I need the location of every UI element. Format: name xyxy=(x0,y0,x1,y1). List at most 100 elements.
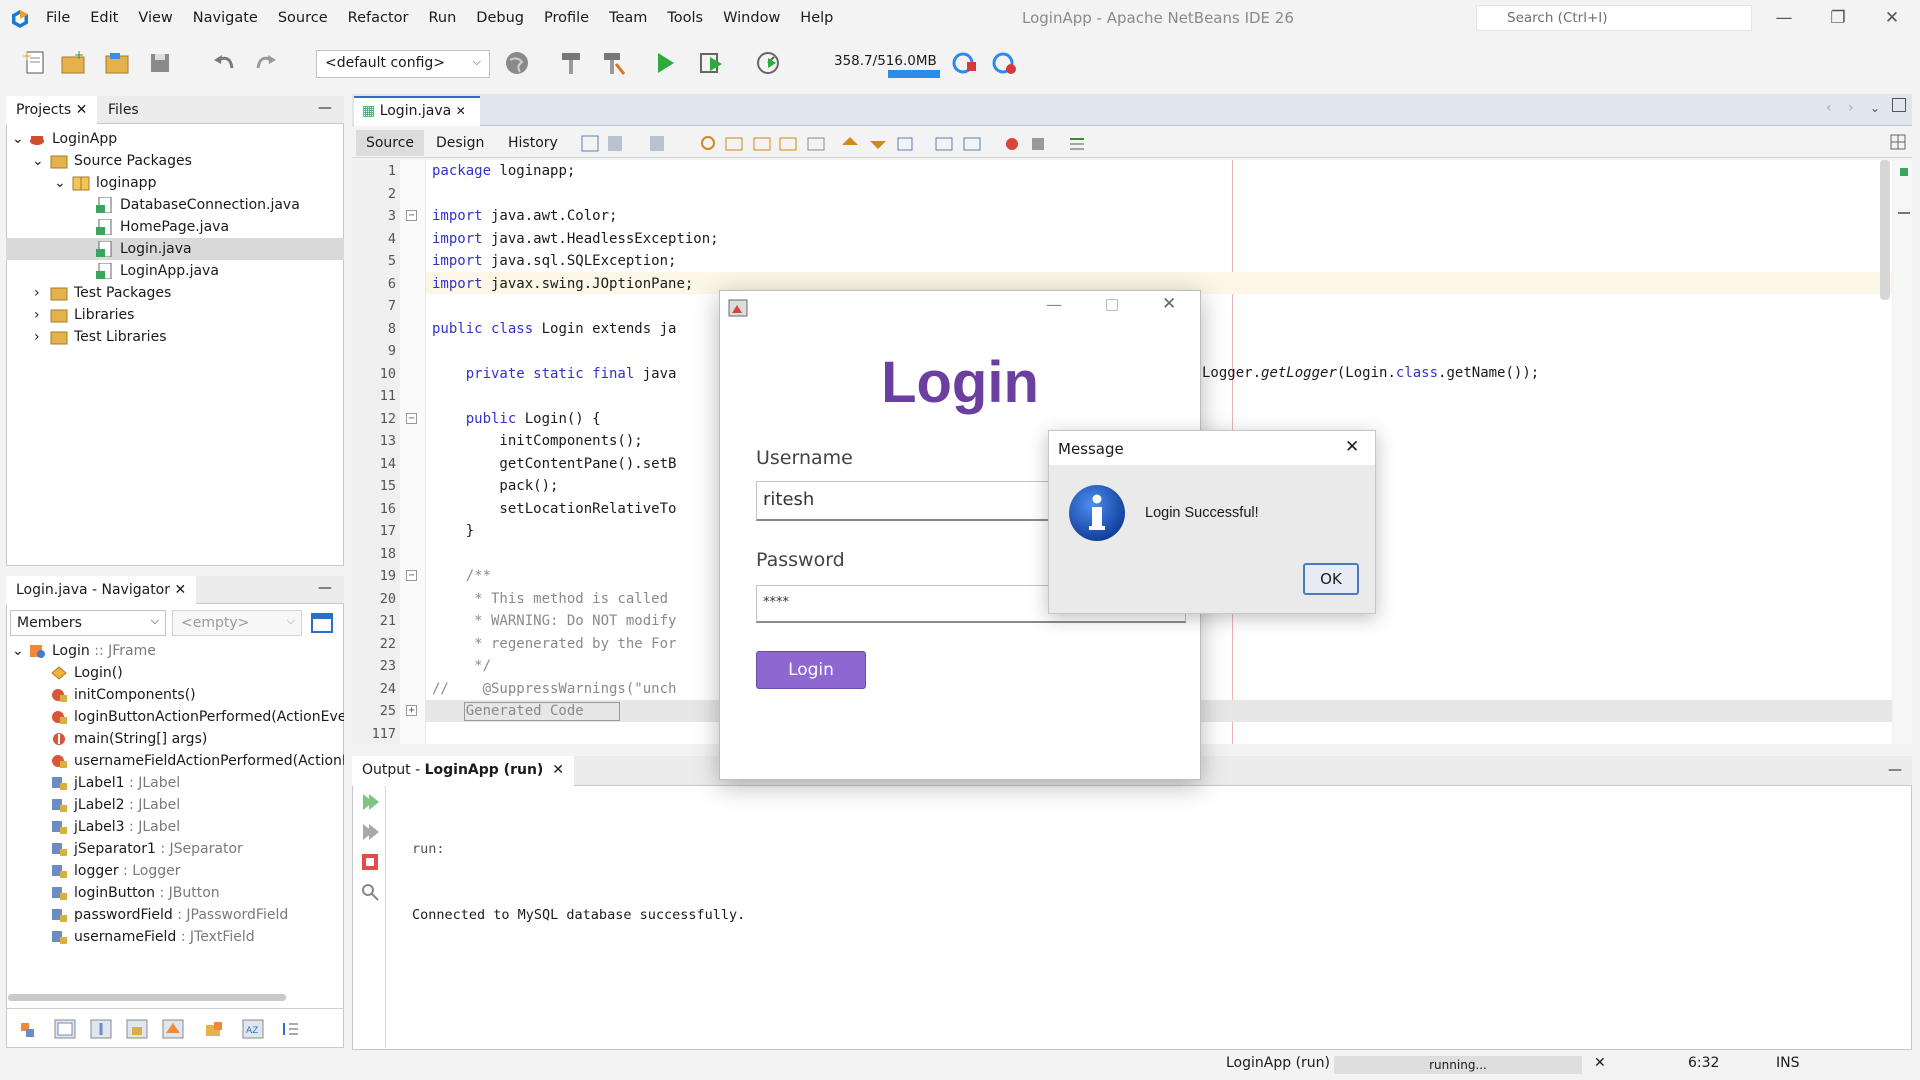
navigator-options-icon[interactable] xyxy=(310,612,334,634)
sort-by-source-icon[interactable] xyxy=(280,1019,300,1039)
nav-item[interactable]: jLabel3 xyxy=(74,819,125,835)
nav-item[interactable]: jLabel2 xyxy=(74,797,125,813)
tree-toggle[interactable]: › xyxy=(34,304,40,326)
nav-item[interactable]: usernameFieldActionPerformed(ActionE xyxy=(74,750,344,772)
menu-edit[interactable]: Edit xyxy=(90,10,118,26)
profile-ide-icon[interactable] xyxy=(990,48,1020,78)
nav-item[interactable]: loginButtonActionPerformed(ActionEve xyxy=(74,706,344,728)
menu-window[interactable]: Window xyxy=(723,10,780,26)
tab-output[interactable]: Output - LoginApp (run) ✕ xyxy=(352,756,574,786)
subtab-history[interactable]: History xyxy=(508,130,558,156)
memory-usage[interactable]: 358.7/516.0MB xyxy=(834,53,937,69)
scroll-tabs-right-icon[interactable]: › xyxy=(1848,100,1854,116)
close-window-button[interactable]: ✕ xyxy=(1872,4,1912,32)
clean-build-icon[interactable] xyxy=(598,48,628,78)
gc-icon[interactable] xyxy=(950,48,980,78)
minimize-button[interactable]: — xyxy=(1764,4,1804,32)
menu-profile[interactable]: Profile xyxy=(544,10,589,26)
maximize-editor-icon[interactable] xyxy=(1892,98,1906,112)
nav-item[interactable]: passwordField xyxy=(74,907,173,923)
members-select[interactable]: Members ⌵ xyxy=(10,610,166,636)
tree-toggle[interactable]: › xyxy=(34,282,40,304)
tab-files[interactable]: Files xyxy=(98,96,149,124)
show-inherited-icon[interactable] xyxy=(162,1019,184,1039)
login-close-button[interactable]: ✕ xyxy=(1162,294,1176,314)
show-non-public-icon[interactable] xyxy=(126,1019,148,1039)
tree-item-file[interactable]: DatabaseConnection.java xyxy=(120,194,300,216)
subtab-source[interactable]: Source xyxy=(356,130,424,156)
menu-tools[interactable]: Tools xyxy=(667,10,703,26)
tab-list-icon[interactable]: ⌄ xyxy=(1870,101,1880,115)
debug-icon[interactable] xyxy=(696,48,726,78)
menu-source[interactable]: Source xyxy=(278,10,328,26)
undo-icon[interactable] xyxy=(210,48,240,78)
login-maximize-button[interactable] xyxy=(1106,299,1118,311)
config-select[interactable]: <default config> ⌵ xyxy=(316,50,490,78)
open-project-icon[interactable] xyxy=(102,48,132,78)
subtab-design[interactable]: Design xyxy=(436,130,484,156)
tree-item-file[interactable]: LoginApp.java xyxy=(120,260,219,282)
nav-item[interactable]: jSeparator1 xyxy=(74,841,156,857)
collapse-fold-icon[interactable]: − xyxy=(406,570,417,581)
minimize-panel-icon[interactable]: — xyxy=(318,580,332,596)
menu-refactor[interactable]: Refactor xyxy=(348,10,409,26)
show-static-icon[interactable] xyxy=(90,1019,112,1039)
split-editor-icon[interactable] xyxy=(1890,134,1906,150)
tree-item-test-libraries[interactable]: Test Libraries xyxy=(74,326,166,348)
collapse-fold-icon[interactable]: − xyxy=(406,412,417,424)
nav-item[interactable]: logger xyxy=(74,863,119,879)
tree-toggle[interactable]: ⌄ xyxy=(54,172,66,194)
sort-by-name-icon[interactable]: AZ xyxy=(242,1019,264,1039)
tree-item-file-selected[interactable]: Login.java xyxy=(120,238,192,260)
minimize-panel-icon[interactable]: — xyxy=(318,100,332,116)
nav-item[interactable]: main(String[] args) xyxy=(74,728,207,750)
stop-icon[interactable] xyxy=(360,852,380,872)
redo-icon[interactable] xyxy=(250,48,280,78)
tree-item-loginapp[interactable]: LoginApp xyxy=(52,128,117,150)
show-fields-icon[interactable] xyxy=(54,1019,76,1039)
editor-action-icons[interactable] xyxy=(580,133,1100,155)
close-icon[interactable]: ✕ xyxy=(174,582,186,598)
close-icon[interactable]: ✕ xyxy=(456,104,466,118)
nav-item[interactable]: initComponents() xyxy=(74,684,196,706)
tree-item-test-packages[interactable]: Test Packages xyxy=(74,282,171,304)
menu-debug[interactable]: Debug xyxy=(476,10,524,26)
tab-projects[interactable]: Projects ✕ xyxy=(6,96,98,124)
menu-run[interactable]: Run xyxy=(428,10,456,26)
tree-item-source-packages[interactable]: Source Packages xyxy=(74,150,192,172)
ok-button[interactable]: OK xyxy=(1303,563,1359,595)
profile-icon[interactable] xyxy=(754,48,784,78)
status-task[interactable]: LoginApp (run) xyxy=(1226,1055,1330,1071)
nav-root-name[interactable]: Login xyxy=(52,643,90,659)
filter-select[interactable]: <empty> ⌵ xyxy=(172,610,302,636)
new-project-icon[interactable]: + xyxy=(58,48,88,78)
save-all-icon[interactable] xyxy=(146,48,176,78)
expand-fold-icon[interactable]: + xyxy=(406,705,417,716)
run-icon[interactable] xyxy=(650,48,680,78)
menu-help[interactable]: Help xyxy=(800,10,833,26)
scroll-tabs-left-icon[interactable]: ‹ xyxy=(1826,100,1832,116)
new-file-icon[interactable]: + xyxy=(20,48,50,78)
tree-item-loginapp-package[interactable]: loginapp xyxy=(96,172,156,194)
tree-item-libraries[interactable]: Libraries xyxy=(74,304,134,326)
tab-navigator[interactable]: Login.java - Navigator ✕ xyxy=(6,576,197,604)
close-icon[interactable]: ✕ xyxy=(552,762,564,778)
minimize-panel-icon[interactable]: — xyxy=(1888,762,1902,778)
nav-item[interactable]: Login() xyxy=(74,662,123,684)
collapse-fold-icon[interactable]: − xyxy=(406,210,417,221)
tree-toggle[interactable]: › xyxy=(34,326,40,348)
login-button[interactable]: Login xyxy=(756,651,866,689)
nav-item[interactable]: loginButton xyxy=(74,885,155,901)
tree-toggle[interactable]: ⌄ xyxy=(12,640,24,662)
sort-hierarchy-icon[interactable] xyxy=(18,1019,38,1039)
search-input[interactable]: Search (Ctrl+I) xyxy=(1476,5,1752,31)
nav-item[interactable]: jLabel1 xyxy=(74,775,125,791)
menu-navigate[interactable]: Navigate xyxy=(193,10,258,26)
restore-button[interactable]: ❐ xyxy=(1818,4,1858,32)
tree-item-file[interactable]: HomePage.java xyxy=(120,216,229,238)
show-inner-classes-icon[interactable] xyxy=(204,1019,224,1039)
menu-file[interactable]: File xyxy=(46,10,70,26)
editor-tab-login-java[interactable]: ▦ Login.java ✕ xyxy=(354,96,480,126)
settings-icon[interactable] xyxy=(360,882,380,902)
menu-team[interactable]: Team xyxy=(609,10,647,26)
